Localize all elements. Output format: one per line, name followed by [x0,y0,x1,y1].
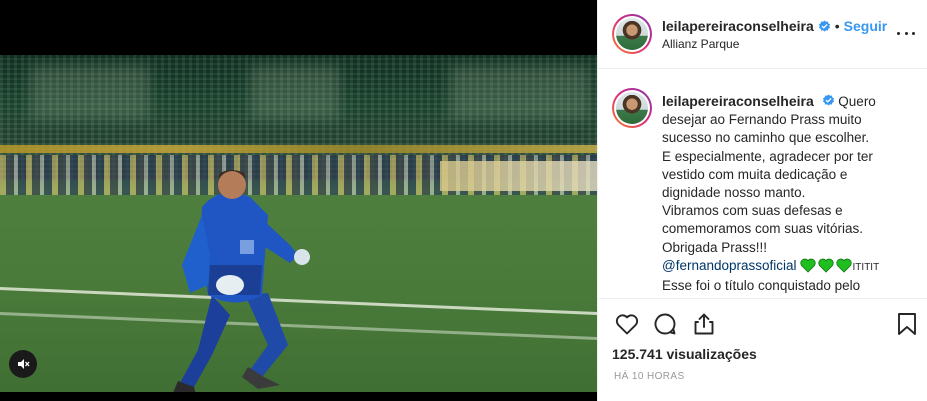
post-header: leilapereiraconselheira • Seguir Allianz… [598,0,927,69]
caption-line: dignidade nosso manto. [662,185,806,201]
sound-off-icon [18,359,30,369]
caption-line: Esse foi o título conquistado pelo [662,278,861,294]
caption-suffix: ITITIT [852,261,880,273]
heart-icon[interactable] [614,311,640,337]
green-heart-icon [817,258,834,273]
post-sidebar: leilapereiraconselheira • Seguir Allianz… [597,0,927,401]
caption-line: comemoramos com suas vitórias. [662,221,864,237]
avatar[interactable] [612,14,652,54]
share-icon[interactable] [691,311,717,337]
caption-line: sucesso no caminho que escolher. [662,130,870,146]
view-count[interactable]: 125.741 visualizações [612,346,757,362]
goalkeeper-figure [150,145,330,392]
post-media[interactable] [0,0,597,401]
username-link[interactable]: leilapereiraconselheira [662,18,814,34]
caption-username[interactable]: leilapereiraconselheira [662,93,814,109]
caption-line: vestido com muita dedicação e [662,166,848,182]
location-link[interactable]: Allianz Parque [662,37,739,51]
mention-link[interactable]: @fernandoprassoficial [662,258,797,273]
profile-photo [616,18,648,50]
post-timestamp[interactable]: HÁ 10 HORAS [614,371,685,382]
follow-button[interactable]: Seguir [844,18,888,34]
verified-badge-icon [822,94,834,106]
green-hearts [799,258,852,273]
bookmark-icon[interactable] [894,311,920,337]
caption-line: E especialmente, agradecer por ter [662,148,873,164]
more-options-icon[interactable] [897,26,915,40]
audio-toggle-button[interactable] [9,350,37,378]
caption-avatar[interactable] [612,88,652,128]
caption-line: desejar ao Fernando Prass muito [662,112,862,128]
video-player[interactable] [0,55,597,392]
post-caption: leilapereiraconselheira Quero desejar ao… [662,92,920,295]
caption-line: Vibramos com suas defesas e [662,203,843,219]
green-heart-icon [835,258,852,273]
comments-area[interactable]: leilapereiraconselheira Quero desejar ao… [598,70,927,298]
caption-line: Obrigada Prass!!! [662,239,768,255]
green-heart-icon [799,258,816,273]
verified-badge-icon [818,20,830,32]
comment-icon[interactable] [652,311,678,337]
separator-dot: • [834,18,840,34]
caption-line: Quero [838,94,876,109]
post-actions: 125.741 visualizações HÁ 10 HORAS [598,298,927,398]
